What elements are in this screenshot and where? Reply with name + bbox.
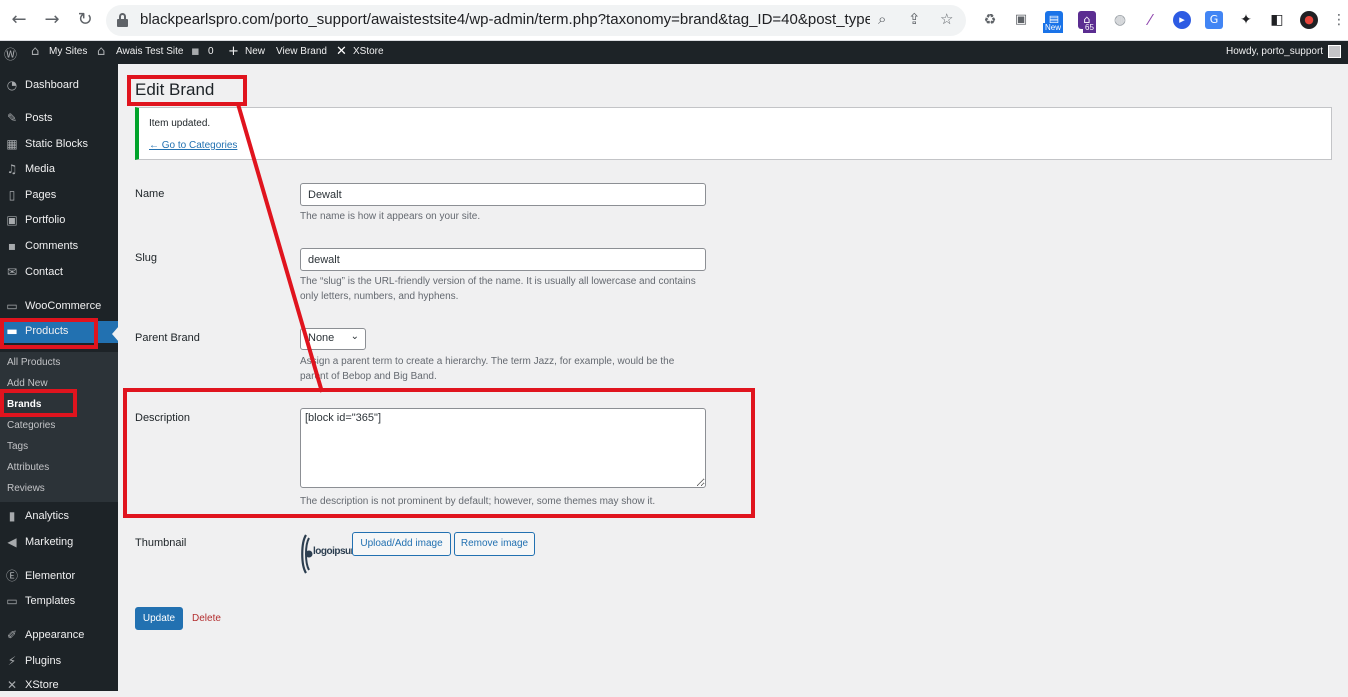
annotation-arrow-line: [236, 103, 324, 393]
